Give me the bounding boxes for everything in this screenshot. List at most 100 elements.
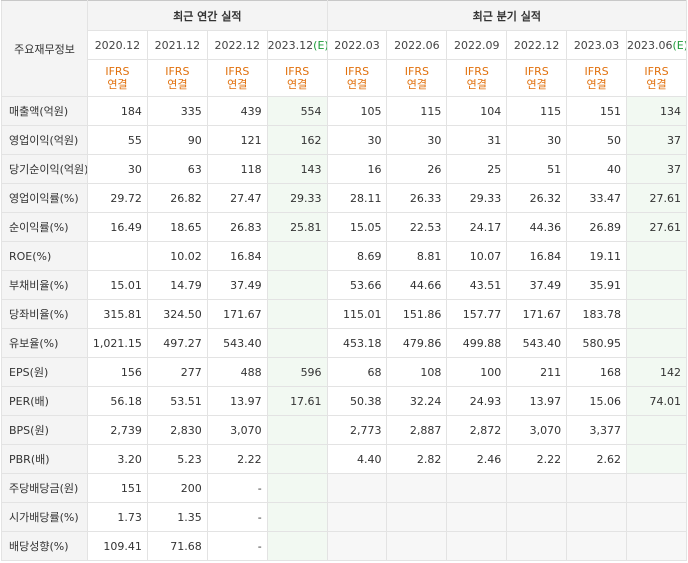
ifrs-label: IFRS — [524, 65, 549, 78]
table-cell: 28.11 — [326, 183, 388, 213]
table-cell: 2.22 — [506, 444, 568, 474]
table-cell: 25.81 — [266, 212, 328, 242]
row-label: BPS(원) — [1, 415, 88, 445]
ifrs-label: IFRS — [225, 65, 250, 78]
table-cell: 156 — [87, 357, 148, 387]
consolidated-label: 연결 — [586, 78, 607, 91]
table-cell: 183.78 — [566, 299, 628, 329]
table-cell: 1.73 — [87, 502, 148, 532]
table-cell: 27.61 — [626, 183, 687, 213]
table-cell: 168 — [566, 357, 628, 387]
table-cell: 2.46 — [446, 444, 508, 474]
table-row: 당좌비율(%) 315.81 324.50 171.67 115.01 151.86 157… — [1, 299, 687, 329]
table-cell: 2,887 — [386, 415, 448, 445]
table-cell: 10.02 — [146, 241, 208, 271]
row-label: 부채비율(%) — [1, 270, 88, 300]
ifrs-label: IFRS — [165, 65, 190, 78]
table-cell: 50.38 — [326, 386, 388, 416]
table-cell: 68 — [326, 357, 388, 387]
table-cell: 184 — [87, 96, 148, 126]
table-cell: 2.82 — [386, 444, 448, 474]
ifrs-label: IFRS — [644, 65, 669, 78]
table-cell: 277 — [146, 357, 208, 387]
ifrs-basis-header: IFRS 연결 — [266, 59, 328, 97]
row-label: 영업이익률(%) — [1, 183, 88, 213]
table-cell: 16.84 — [206, 241, 268, 271]
table-row: 당기순이익(억원) 30 63 118 143 16 26 25 51 40 37 — [1, 154, 687, 184]
table-cell: 499.88 — [446, 328, 508, 358]
table-cell: - — [206, 531, 268, 561]
table-cell — [266, 415, 328, 445]
table-cell: 26.33 — [386, 183, 448, 213]
table-cell: 44.66 — [386, 270, 448, 300]
table-cell — [506, 531, 568, 561]
table-cell: 29.33 — [446, 183, 508, 213]
table-row: 순이익률(%) 16.49 18.65 26.83 25.81 15.05 22.53 24.… — [1, 212, 687, 242]
table-row: 영업이익률(%) 29.72 26.82 27.47 29.33 28.11 26.33 29… — [1, 183, 687, 213]
period-header: 2022.03 — [326, 30, 388, 60]
table-cell: 142 — [626, 357, 687, 387]
consolidated-label: 연결 — [646, 78, 667, 91]
row-label: PER(배) — [1, 386, 88, 416]
table-cell: 37.49 — [206, 270, 268, 300]
table-cell: 53.66 — [326, 270, 388, 300]
table-cell: 26.89 — [566, 212, 628, 242]
period-header: 2023.06(E) — [626, 30, 687, 60]
estimate-mark: (E) — [313, 38, 326, 52]
period-header: 2022.09 — [446, 30, 508, 60]
table-cell: 30 — [87, 154, 148, 184]
table-cell — [326, 502, 388, 532]
table-cell: 453.18 — [326, 328, 388, 358]
table-cell — [566, 502, 628, 532]
table-cell — [266, 299, 328, 329]
table-cell: 488 — [206, 357, 268, 387]
table-cell: 121 — [206, 125, 268, 155]
period-label: 2023.06 — [627, 38, 673, 52]
table-cell: 335 — [146, 96, 208, 126]
table-cell: 27.61 — [626, 212, 687, 242]
table-cell: 162 — [266, 125, 328, 155]
period-header: 2020.12 — [87, 30, 148, 60]
table-cell: 30 — [506, 125, 568, 155]
period-label: 2020.12 — [94, 38, 141, 52]
table-cell: 37 — [626, 125, 687, 155]
table-cell: 33.47 — [566, 183, 628, 213]
consolidated-label: 연결 — [346, 78, 368, 91]
table-cell — [266, 502, 328, 532]
table-row: 유보율(%) 1,021.15 497.27 543.40 453.18 479.86 49… — [1, 328, 687, 358]
table-cell — [626, 502, 687, 532]
row-label: 순이익률(%) — [1, 212, 88, 242]
table-cell: 16.49 — [87, 212, 148, 242]
table-cell — [626, 241, 687, 271]
consolidated-label: 연결 — [286, 78, 308, 91]
table-cell: 90 — [146, 125, 208, 155]
table-cell: 53.51 — [146, 386, 208, 416]
row-label: 영업이익(억원) — [1, 125, 88, 155]
table-cell: 100 — [446, 357, 508, 387]
table-cell: 15.05 — [326, 212, 388, 242]
estimate-mark: (E) — [672, 38, 686, 52]
period-header: 2023.12(E) — [266, 30, 328, 60]
table-cell — [626, 531, 687, 561]
table-cell: - — [206, 502, 268, 532]
table-cell: 554 — [266, 96, 328, 126]
table-cell: - — [206, 473, 268, 503]
table-cell: 55 — [87, 125, 148, 155]
table-cell: 543.40 — [506, 328, 568, 358]
ifrs-basis-header: IFRS 연결 — [87, 59, 148, 97]
table-cell: 439 — [206, 96, 268, 126]
financial-summary-table: 주요재무정보 최근 연간 실적 최근 분기 실적 2020.12 2021.12 2… — [1, 0, 688, 561]
table-cell: 5.23 — [146, 444, 208, 474]
ifrs-basis-header: IFRS 연결 — [506, 59, 568, 97]
ifrs-basis-header: IFRS 연결 — [146, 59, 208, 97]
table-cell: 26.32 — [506, 183, 568, 213]
table-cell — [386, 502, 448, 532]
table-cell — [506, 502, 568, 532]
table-cell: 43.51 — [446, 270, 508, 300]
consolidated-label: 연결 — [406, 78, 428, 91]
consolidated-label: 연결 — [526, 78, 547, 91]
table-cell: 2,739 — [87, 415, 148, 445]
table-cell: 1.35 — [146, 502, 208, 532]
table-cell: 17.61 — [266, 386, 328, 416]
table-cell: 31 — [446, 125, 508, 155]
